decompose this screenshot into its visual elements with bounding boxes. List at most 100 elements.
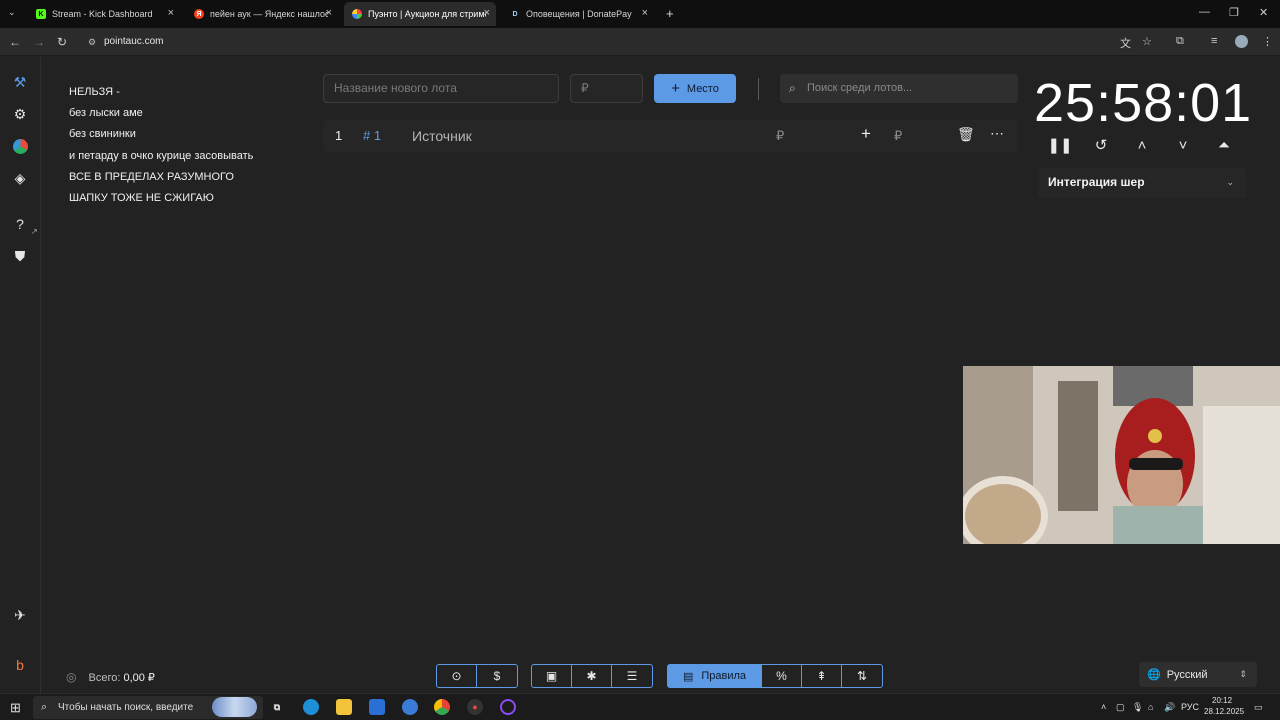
wheel-icon[interactable]	[10, 136, 30, 156]
search-highlight-image	[212, 697, 257, 717]
auction-gavel-icon[interactable]: ⚒	[10, 72, 30, 92]
close-tab-icon[interactable]: ×	[168, 7, 174, 19]
minimize-icon[interactable]: —	[1199, 6, 1210, 18]
view-button-group: ▤ Правила % ⇞ ⇅	[667, 664, 883, 688]
tab-title: пейен аук — Яндекс нашлось	[210, 9, 328, 19]
donatepay-icon: D	[512, 10, 518, 18]
tab-title: Оповещения | DonatePay	[526, 9, 632, 19]
tray-app-icon[interactable]: ▢	[1116, 702, 1125, 713]
tab-kick[interactable]: K Stream - Kick Dashboard ×	[28, 2, 180, 26]
tab-donatepay[interactable]: D Оповещения | DonatePay ×	[502, 2, 654, 26]
microphone-icon[interactable]: 🎙	[1132, 702, 1143, 713]
subtract-time-chevron-down-icon[interactable]: ˅	[1173, 136, 1193, 154]
site-info-icon[interactable]: ⚙	[88, 32, 96, 52]
add-time-chevron-up-icon[interactable]: ˄	[1132, 136, 1152, 154]
github-icon[interactable]: ⊙	[437, 665, 477, 687]
boosty-icon[interactable]: b	[10, 655, 30, 675]
tab-search-icon[interactable]: ⌄	[8, 7, 16, 18]
chevron-down-icon: ⌄	[1226, 177, 1234, 187]
compact-view-icon[interactable]: ⇞	[802, 665, 842, 687]
clock-time[interactable]: 20:12	[1212, 696, 1232, 705]
close-tab-icon[interactable]: ×	[484, 7, 490, 19]
edge-icon[interactable]	[303, 699, 319, 715]
volume-icon[interactable]: 🔊	[1164, 702, 1175, 713]
pointauc-icon	[352, 9, 362, 19]
add-amount-plus-icon[interactable]: +	[861, 124, 871, 144]
translate-icon[interactable]: 文	[1120, 35, 1131, 51]
rules-text: НЕЛЬЗЯ - без лыски аме без свининки и пе…	[69, 82, 309, 209]
search-icon: ⌕	[789, 81, 796, 95]
hide-eye-icon[interactable]: ◎	[66, 670, 76, 684]
search-placeholder: Поиск среди лотов...	[807, 82, 913, 94]
restore-icon[interactable]: ❐	[1229, 6, 1239, 19]
forward-icon[interactable]: →	[33, 35, 45, 49]
yandex-icon: Я	[194, 9, 204, 19]
lot-add-amount[interactable]: ₽	[894, 128, 902, 144]
rules-button[interactable]: ▤ Правила	[668, 665, 762, 687]
browser-toolbar: ← → ↻ ⚙ pointauc.com 文 ☆ ⧉ ≡ ⋮	[0, 28, 1280, 56]
bookmark-star-icon[interactable]: ☆	[1142, 35, 1152, 48]
profile-avatar[interactable]	[1235, 35, 1248, 48]
sort-icon[interactable]: ⇅	[842, 665, 882, 687]
app-icon[interactable]	[402, 699, 418, 715]
clear-list-icon[interactable]: ☰	[612, 665, 652, 687]
lot-name[interactable]: Источник	[412, 128, 472, 144]
windows-start-icon[interactable]: ⊞	[10, 700, 21, 716]
double-time-icon[interactable]: ⏶	[1214, 136, 1234, 154]
search-icon: ⌕	[41, 701, 48, 713]
auction-timer: 25:58:01	[1034, 73, 1253, 133]
settings-gear-icon[interactable]: ⚙	[10, 104, 30, 124]
chrome-icon[interactable]	[434, 699, 450, 715]
lot-name-input[interactable]: Название нового лота	[323, 74, 559, 103]
save-icon[interactable]: ▣	[532, 665, 572, 687]
close-tab-icon[interactable]: ×	[642, 7, 648, 19]
app-ring-icon[interactable]	[500, 699, 516, 715]
obs-icon[interactable]: ●	[467, 699, 483, 715]
keyboard-language[interactable]: РУС	[1181, 702, 1199, 712]
bug-icon[interactable]: ✱	[572, 665, 612, 687]
plus-icon: +	[671, 79, 680, 97]
pause-icon[interactable]: ❚❚	[1047, 136, 1072, 154]
telegram-icon[interactable]: ✈	[10, 605, 30, 625]
shield-icon[interactable]: ⛊	[10, 246, 30, 266]
media-controls-icon[interactable]: ≡	[1211, 35, 1217, 47]
close-window-icon[interactable]: ✕	[1259, 6, 1268, 19]
webcam-image	[963, 366, 1280, 544]
lot-amount-input[interactable]: ₽	[570, 74, 643, 103]
layers-icon[interactable]: ◈	[10, 168, 30, 188]
tab-pointauc[interactable]: Пуэнто | Аукцион для стримеров ×	[344, 2, 496, 26]
clock-date[interactable]: 28.12.2025	[1204, 707, 1244, 716]
back-icon[interactable]: ←	[9, 35, 21, 49]
total-summary: ◎ Всего: 0,00 ₽	[66, 667, 155, 687]
more-options-icon[interactable]: ⋯	[990, 125, 1004, 142]
rules-line: ШАПКУ ТОЖЕ НЕ СЖИГАЮ	[69, 192, 214, 205]
donate-dollar-icon[interactable]: $	[477, 665, 517, 687]
percent-icon[interactable]: %	[762, 665, 802, 687]
lot-search-input[interactable]: ⌕ Поиск среди лотов...	[780, 74, 1018, 103]
tab-yandex[interactable]: Я пейен аук — Яндекс нашлось ×	[186, 2, 338, 26]
close-tab-icon[interactable]: ×	[326, 7, 332, 19]
delete-trash-icon[interactable]: 🗑	[957, 126, 975, 143]
file-explorer-icon[interactable]	[336, 699, 352, 715]
store-icon[interactable]	[369, 699, 385, 715]
reset-icon[interactable]: ↺	[1091, 136, 1111, 154]
task-view-icon[interactable]: ⧉	[269, 699, 285, 715]
add-lot-button[interactable]: + Место	[654, 74, 736, 103]
network-icon[interactable]: ⌂	[1148, 702, 1153, 712]
kick-icon: K	[36, 9, 46, 19]
help-icon[interactable]: ?	[10, 214, 30, 234]
extensions-icon[interactable]: ⧉	[1176, 35, 1184, 48]
notifications-icon[interactable]: ▭	[1254, 702, 1263, 713]
tray-chevron-icon[interactable]: ˄	[1101, 702, 1106, 712]
menu-icon[interactable]: ⋮	[1262, 35, 1273, 48]
reload-icon[interactable]: ↻	[57, 35, 67, 49]
integration-dropdown[interactable]: Интеграция шер ⌄	[1038, 168, 1246, 198]
app-sidebar: ⚒ ⚙ ◈ ? ↗ ⛊ ✈ b	[0, 57, 41, 693]
total-value: 0,00 ₽	[123, 671, 155, 684]
address-bar[interactable]: ⚙ pointauc.com	[80, 32, 1125, 52]
rules-line: без свининки	[69, 128, 136, 141]
new-tab-button[interactable]: +	[666, 6, 674, 21]
rules-button-label: Правила	[701, 670, 747, 682]
language-select[interactable]: 🌐 Русский ⇕	[1139, 662, 1257, 687]
lot-amount[interactable]: ₽	[776, 128, 784, 144]
